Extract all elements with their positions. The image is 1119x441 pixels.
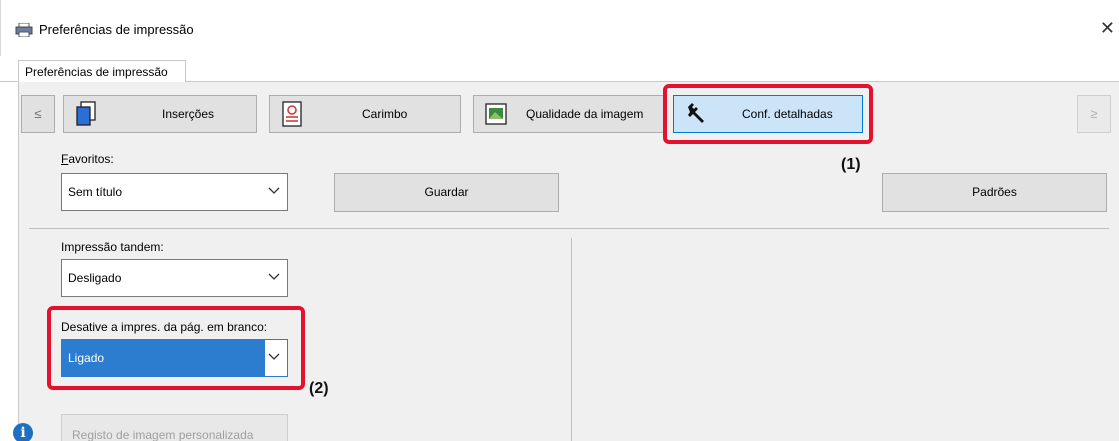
title-bar: Preferências de impressão ✕ [0, 0, 1119, 56]
stamp-icon [282, 101, 302, 127]
callout-2: (2) [309, 380, 329, 397]
highlight-box-2 [47, 306, 305, 390]
image-quality-label: Qualidade da imagem [526, 107, 644, 121]
inserts-icon [76, 101, 96, 126]
defaults-label: Padrões [972, 185, 1017, 199]
favorites-dropdown[interactable]: Sem título [61, 173, 288, 211]
tab-print-preferences[interactable]: Preferências de impressão [18, 60, 186, 83]
custom-image-label: Registo de imagem personalizada [72, 428, 254, 441]
tandem-value: Desligado [68, 271, 122, 285]
previous-button[interactable]: ≤ [21, 95, 55, 133]
custom-image-button[interactable]: Registo de imagem personalizada [61, 414, 288, 441]
image-quality-button[interactable]: Qualidade da imagem [473, 95, 665, 133]
inserts-label: Inserções [162, 107, 215, 121]
column-divider [571, 238, 572, 441]
save-label: Guardar [424, 185, 469, 199]
tab-strip: Preferências de impressão [0, 56, 1119, 83]
image-quality-icon [485, 103, 507, 125]
stamp-button[interactable]: Carimbo [269, 95, 461, 133]
stamp-label: Carimbo [362, 107, 408, 121]
next-button[interactable]: ≥ [1077, 95, 1111, 133]
defaults-button[interactable]: Padrões [882, 173, 1107, 212]
chevron-down-icon [268, 273, 280, 280]
favorites-value: Sem título [68, 185, 123, 199]
info-icon: i [13, 423, 33, 441]
callout-1: (1) [841, 156, 861, 173]
save-button[interactable]: Guardar [334, 173, 559, 212]
close-icon[interactable]: ✕ [1100, 18, 1115, 39]
tandem-dropdown[interactable]: Desligado [61, 259, 288, 297]
tandem-label: Impressão tandem: [61, 240, 164, 254]
window-title: Preferências de impressão [39, 22, 194, 37]
chevron-down-icon [268, 187, 280, 194]
inserts-button[interactable]: Inserções [63, 95, 257, 133]
highlight-box-1 [663, 84, 873, 144]
separator [29, 228, 1109, 229]
main-panel: ≤ Inserções Carimbo Qualidade da imagem … [13, 82, 1119, 441]
printer-icon [15, 23, 33, 37]
favorites-label: Favoritos: [61, 152, 114, 166]
